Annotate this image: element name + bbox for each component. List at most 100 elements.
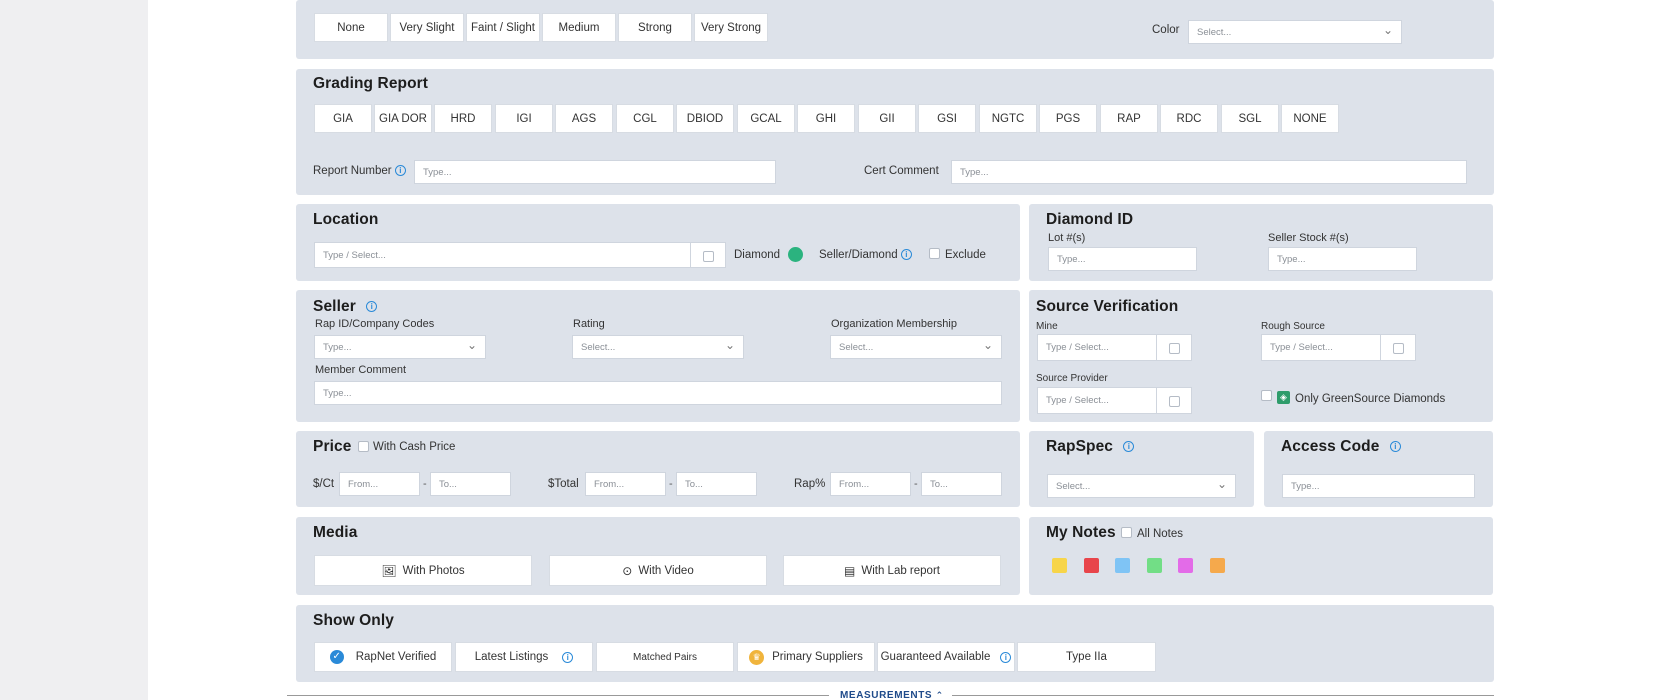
lab-button-ags[interactable]: AGS: [555, 104, 613, 133]
lab-button-rap[interactable]: RAP: [1100, 104, 1158, 133]
checkbox-icon: [703, 251, 714, 262]
rating-label: Rating: [573, 318, 605, 330]
lab-button-gia[interactable]: GIA: [314, 104, 372, 133]
cert-comment-input[interactable]: Type...: [951, 160, 1467, 184]
my-notes-title: My Notes: [1046, 524, 1116, 541]
measurements-toggle[interactable]: MEASUREMENTS ⌃: [840, 690, 944, 700]
source-provider-input[interactable]: Type / Select...: [1037, 387, 1157, 414]
cert-comment-label: Cert Comment: [864, 165, 939, 177]
grading-report-title: Grading Report: [313, 75, 429, 92]
note-color-orange[interactable]: [1210, 558, 1225, 573]
lab-button-cgl[interactable]: CGL: [616, 104, 674, 133]
mine-input[interactable]: Type / Select...: [1037, 334, 1157, 361]
fluor-very-slight-button[interactable]: Very Slight: [390, 13, 464, 42]
type-iia-button[interactable]: Type IIa: [1017, 642, 1156, 672]
member-comment-input[interactable]: Type...: [314, 381, 1002, 405]
with-lab-report-button[interactable]: ▤ With Lab report: [783, 555, 1001, 586]
cash-price-checkbox[interactable]: [358, 441, 369, 452]
lab-button-gsi[interactable]: GSI: [918, 104, 976, 133]
lab-button-rdc[interactable]: RDC: [1160, 104, 1218, 133]
rap-percent-to-input[interactable]: To...: [921, 472, 1002, 496]
lab-button-dbiod[interactable]: DBIOD: [676, 104, 734, 133]
location-diamond-label: Diamond: [734, 249, 781, 261]
guaranteed-available-button[interactable]: Guaranteed Available i: [877, 642, 1015, 672]
organization-select[interactable]: Select...: [830, 335, 1002, 359]
access-code-input[interactable]: Type...: [1282, 474, 1475, 498]
info-icon[interactable]: i: [1389, 441, 1401, 453]
range-dash: -: [669, 478, 673, 490]
note-color-green[interactable]: [1147, 558, 1162, 573]
info-icon[interactable]: i: [1123, 441, 1135, 453]
exclude-checkbox[interactable]: [929, 248, 940, 259]
info-icon[interactable]: i: [366, 301, 378, 313]
report-number-input[interactable]: Type...: [414, 160, 776, 184]
info-icon[interactable]: i: [562, 651, 574, 663]
range-dash: -: [914, 478, 918, 490]
member-comment-label: Member Comment: [315, 364, 407, 376]
price-total-to-input[interactable]: To...: [676, 472, 757, 496]
rapspec-select[interactable]: Select...: [1047, 474, 1236, 498]
source-provider-checkbox[interactable]: [1156, 387, 1192, 414]
fluor-medium-button[interactable]: Medium: [542, 13, 616, 42]
fluor-faint-slight-button[interactable]: Faint / Slight: [466, 13, 540, 42]
organization-label: Organization Membership: [831, 318, 957, 330]
fluor-very-strong-button[interactable]: Very Strong: [694, 13, 768, 42]
greensource-checkbox[interactable]: [1261, 390, 1272, 401]
price-per-ct-to-input[interactable]: To...: [430, 472, 511, 496]
price-per-ct-from-input[interactable]: From...: [339, 472, 420, 496]
rap-percent-from-input[interactable]: From...: [830, 472, 911, 496]
rating-select[interactable]: Select...: [572, 335, 744, 359]
rapnet-verified-button[interactable]: ✓ RapNet Verified: [314, 642, 452, 672]
note-color-yellow[interactable]: [1052, 558, 1067, 573]
note-color-red[interactable]: [1084, 558, 1099, 573]
greensource-label: Only GreenSource Diamonds: [1295, 393, 1446, 405]
lab-button-none[interactable]: NONE: [1281, 104, 1339, 133]
all-notes-checkbox[interactable]: [1121, 527, 1132, 538]
info-icon[interactable]: i: [1000, 651, 1012, 663]
greensource-icon: ◈: [1277, 391, 1290, 404]
lot-label: Lot #(s): [1048, 232, 1086, 244]
note-color-blue[interactable]: [1115, 558, 1130, 573]
location-diamond-toggle[interactable]: [788, 247, 803, 262]
note-color-magenta[interactable]: [1178, 558, 1193, 573]
location-input[interactable]: Type / Select...: [314, 242, 691, 268]
rough-source-input[interactable]: Type / Select...: [1261, 334, 1381, 361]
lab-button-hrd[interactable]: HRD: [434, 104, 492, 133]
location-checkbox[interactable]: [690, 242, 726, 268]
media-title: Media: [313, 524, 358, 541]
matched-pairs-button[interactable]: Matched Pairs: [596, 642, 734, 672]
mine-checkbox[interactable]: [1156, 334, 1192, 361]
all-notes-label: All Notes: [1137, 528, 1184, 540]
info-icon[interactable]: i: [394, 165, 406, 177]
lot-input[interactable]: Type...: [1048, 247, 1197, 271]
verified-check-icon: ✓: [329, 650, 344, 664]
latest-listings-button[interactable]: Latest Listings i: [455, 642, 593, 672]
rap-id-select[interactable]: Type...: [314, 335, 486, 359]
lab-button-gia-dor[interactable]: GIA DOR: [374, 104, 432, 133]
lab-button-sgl[interactable]: SGL: [1221, 104, 1279, 133]
location-title: Location: [313, 211, 379, 228]
exclude-label: Exclude: [945, 249, 986, 261]
rough-source-checkbox[interactable]: [1380, 334, 1416, 361]
show-only-title: Show Only: [313, 612, 394, 629]
fluor-color-select[interactable]: Select...: [1188, 20, 1402, 44]
lab-button-pgs[interactable]: PGS: [1039, 104, 1097, 133]
info-icon[interactable]: i: [900, 249, 912, 261]
lab-button-ngtc[interactable]: NGTC: [979, 104, 1037, 133]
divider-right: [952, 695, 1494, 696]
seller-stock-input[interactable]: Type...: [1268, 247, 1417, 271]
range-dash: -: [423, 478, 427, 490]
lab-button-ghi[interactable]: GHI: [797, 104, 855, 133]
primary-suppliers-button[interactable]: ♛ Primary Suppliers: [737, 642, 875, 672]
price-total-from-input[interactable]: From...: [585, 472, 666, 496]
lab-button-gii[interactable]: GII: [858, 104, 916, 133]
fluor-none-button[interactable]: None: [314, 13, 388, 42]
divider-left: [287, 695, 829, 696]
diamond-id-title: Diamond ID: [1046, 211, 1134, 228]
with-video-button[interactable]: ⊙ With Video: [549, 555, 767, 586]
mine-label: Mine: [1036, 321, 1058, 332]
fluor-strong-button[interactable]: Strong: [618, 13, 692, 42]
lab-button-gcal[interactable]: GCAL: [737, 104, 795, 133]
lab-button-igi[interactable]: IGI: [495, 104, 553, 133]
with-photos-button[interactable]: 🖼 With Photos: [314, 555, 532, 586]
